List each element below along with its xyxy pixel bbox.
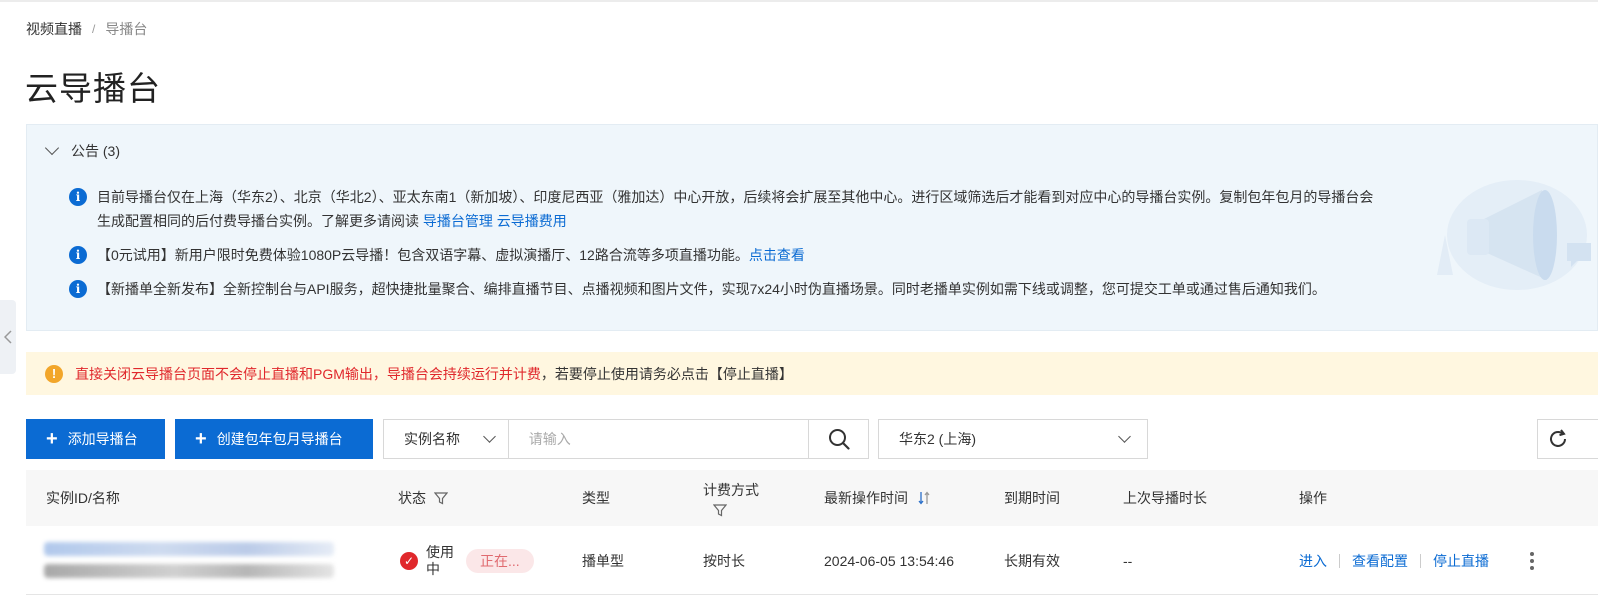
column-header-type: 类型 bbox=[582, 490, 610, 506]
status-badge: 正在... bbox=[466, 548, 534, 573]
warning-text-critical: 直接关闭云导播台页面不会停止直播和PGM输出，导播台会持续运行并计费 bbox=[75, 365, 541, 382]
stop-live-link[interactable]: 停止直播 bbox=[1433, 551, 1489, 571]
status-text: 使用中 bbox=[426, 543, 454, 577]
column-header-last-op-label: 最新操作时间 bbox=[824, 490, 908, 506]
plus-icon: + bbox=[46, 428, 58, 450]
status-cell: ✓ 使用中 正在... bbox=[400, 526, 534, 595]
warning-icon: ! bbox=[45, 364, 63, 383]
column-header-billing-label: 计费方式 bbox=[703, 481, 759, 498]
expire-cell: 长期有效 bbox=[1004, 552, 1060, 569]
chevron-down-icon bbox=[482, 430, 496, 443]
top-border bbox=[0, 0, 1598, 2]
view-config-link[interactable]: 查看配置 bbox=[1352, 551, 1408, 571]
divider bbox=[1420, 553, 1421, 568]
notice-text: 【0元试用】新用户限时免费体验1080P云导播！包含双语字幕、虚拟演播厅、12路… bbox=[97, 247, 749, 263]
filter-icon[interactable] bbox=[434, 491, 448, 505]
megaphone-illustration bbox=[1437, 180, 1591, 290]
column-header-last-op: 最新操作时间 bbox=[824, 470, 930, 526]
column-header-expire: 到期时间 bbox=[1004, 490, 1060, 506]
breadcrumb: 视频直播 / 导播台 bbox=[26, 19, 147, 39]
search-icon bbox=[828, 429, 850, 450]
column-header-billing: 计费方式 bbox=[703, 470, 759, 526]
refresh-icon bbox=[1550, 429, 1566, 447]
refresh-button[interactable] bbox=[1537, 419, 1598, 459]
chevron-down-icon bbox=[1118, 430, 1131, 443]
plus-icon: + bbox=[195, 428, 207, 450]
notice-link-director-management[interactable]: 导播台管理 bbox=[423, 213, 493, 229]
last-duration-cell: -- bbox=[1123, 552, 1133, 569]
warning-text: ，若要停止使用请务必点击【停止直播】 bbox=[540, 365, 793, 382]
last-op-cell: 2024-06-05 13:54:46 bbox=[824, 552, 954, 569]
add-director-label: 添加导播台 bbox=[67, 431, 138, 447]
column-header-id-name: 实例ID/名称 bbox=[46, 490, 120, 506]
notice-item: i 【新播单全新发布】全新控制台与API服务，超快捷批量聚合、编排直播节目、点播… bbox=[69, 277, 1417, 301]
chevron-left-icon bbox=[4, 330, 12, 344]
breadcrumb-separator: / bbox=[92, 22, 96, 36]
notice-text: 【新播单全新发布】全新控制台与API服务，超快捷批量聚合、编排直播节目、点播视频… bbox=[97, 281, 1326, 297]
billing-cell: 按时长 bbox=[703, 552, 745, 569]
search-field-select[interactable]: 实例名称 bbox=[384, 420, 509, 458]
sidebar-collapse-toggle[interactable] bbox=[0, 300, 16, 374]
notice-item: i 【0元试用】新用户限时免费体验1080P云导播！包含双语字幕、虚拟演播厅、1… bbox=[69, 243, 1387, 267]
sort-icon[interactable] bbox=[918, 491, 930, 505]
warning-banner: ! 直接关闭云导播台页面不会停止直播和PGM输出，导播台会持续运行并计费 ，若要停… bbox=[26, 352, 1598, 395]
region-select[interactable]: 华东2 (上海) bbox=[878, 419, 1148, 459]
notice-panel: 公告 (3) i 目前导播台仅在上海（华东2）、北京（华北2）、亚太东南1（新加… bbox=[26, 124, 1598, 331]
filter-icon[interactable] bbox=[713, 503, 727, 517]
actions-cell: 进入 查看配置 停止直播 bbox=[1299, 526, 1489, 595]
notice-item: i 目前导播台仅在上海（华东2）、北京（华北2）、亚太东南1（新加坡）、印度尼西… bbox=[69, 185, 1387, 233]
create-subscription-director-button[interactable]: + 创建包年包月导播台 bbox=[175, 419, 373, 459]
page-title: 云导播台 bbox=[25, 70, 161, 107]
notice-toggle[interactable]: 公告 (3) bbox=[44, 140, 120, 161]
instance-name-redacted bbox=[44, 564, 334, 578]
info-icon: i bbox=[69, 246, 87, 264]
chevron-down-icon bbox=[44, 140, 60, 156]
column-header-status-label: 状态 bbox=[398, 490, 426, 506]
search-input[interactable] bbox=[508, 420, 809, 458]
search-field-value: 实例名称 bbox=[404, 431, 460, 447]
column-header-last-duration: 上次导播时长 bbox=[1123, 490, 1207, 506]
notice-title: 公告 (3) bbox=[71, 143, 120, 159]
table-header: 实例ID/名称 状态 类型 计费方式 最新操作时间 到期时间 上次导播时长 操作 bbox=[26, 470, 1598, 526]
table-row: ✓ 使用中 正在... 播单型 按时长 2024-06-05 13:54:46 … bbox=[26, 526, 1598, 595]
region-value: 华东2 (上海) bbox=[899, 431, 976, 447]
divider bbox=[1339, 553, 1340, 568]
info-icon: i bbox=[69, 280, 87, 298]
create-subscription-label: 创建包年包月导播台 bbox=[216, 431, 343, 447]
notice-text: 目前导播台仅在上海（华东2）、北京（华北2）、亚太东南1（新加坡）、印度尼西亚（… bbox=[97, 189, 1374, 229]
column-header-actions: 操作 bbox=[1299, 490, 1327, 506]
type-cell: 播单型 bbox=[582, 552, 624, 569]
more-actions-icon[interactable] bbox=[1526, 526, 1538, 595]
info-icon: i bbox=[69, 188, 87, 206]
instance-id-redacted[interactable] bbox=[44, 542, 334, 556]
search-group: 实例名称 bbox=[383, 419, 869, 459]
notice-link-view[interactable]: 点击查看 bbox=[749, 247, 805, 263]
add-director-button[interactable]: + 添加导播台 bbox=[26, 419, 165, 459]
column-header-status: 状态 bbox=[398, 470, 448, 526]
search-button[interactable] bbox=[808, 420, 868, 458]
notice-link-director-pricing[interactable]: 云导播费用 bbox=[497, 213, 567, 229]
breadcrumb-current: 导播台 bbox=[105, 21, 148, 37]
breadcrumb-root[interactable]: 视频直播 bbox=[26, 19, 82, 39]
status-check-icon: ✓ bbox=[400, 551, 418, 570]
enter-link[interactable]: 进入 bbox=[1299, 551, 1327, 571]
